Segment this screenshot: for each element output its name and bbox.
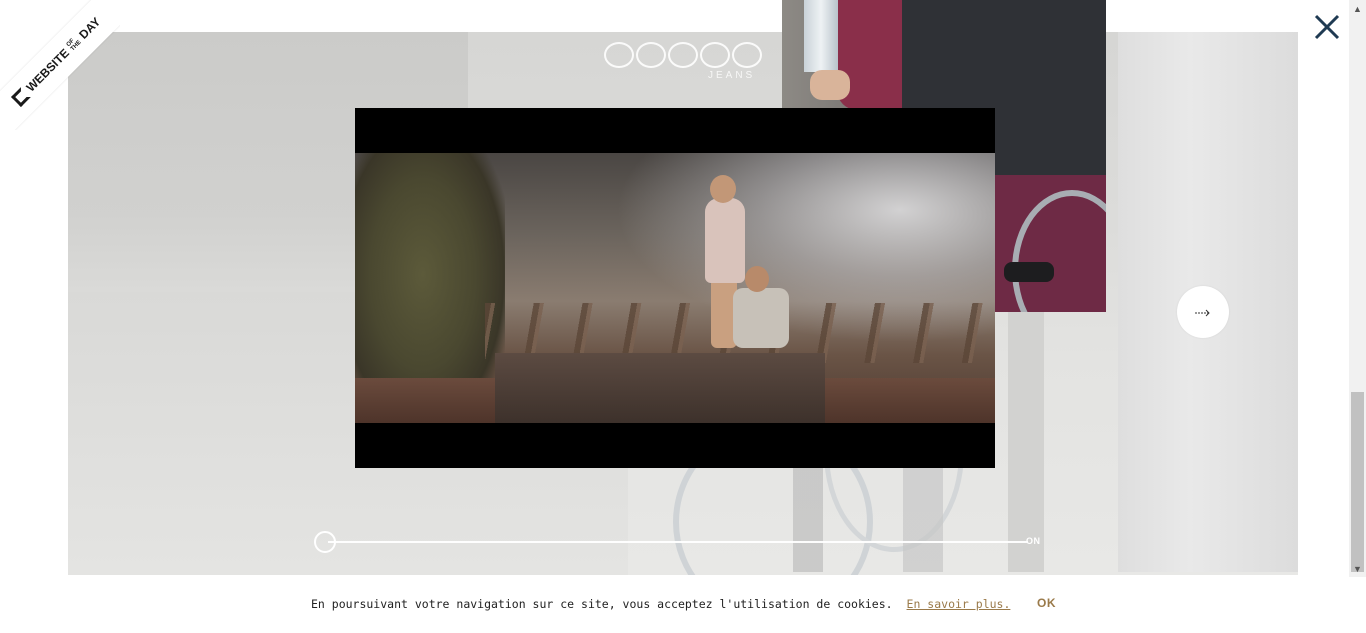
slider-knob[interactable]: [314, 531, 336, 553]
cookie-message: En poursuivant votre navigation sur ce s…: [311, 597, 893, 611]
badge-day-text: DAY: [76, 14, 104, 42]
chevron-up-icon[interactable]: ▲: [1349, 0, 1366, 17]
next-button[interactable]: [1177, 286, 1229, 338]
scrollbar-thumb[interactable]: [1351, 392, 1364, 572]
video-player[interactable]: [355, 108, 995, 468]
website-of-the-day-badge[interactable]: WEBSITE OF THE DAY: [0, 0, 120, 130]
awwwards-logo-icon: [10, 87, 31, 108]
logo-ring: [604, 42, 634, 68]
slider-track[interactable]: [328, 541, 1028, 543]
logo-ring: [636, 42, 666, 68]
cookie-learn-more-link[interactable]: En savoir plus.: [907, 597, 1011, 611]
brand-logo-sub: JEANS: [708, 70, 756, 81]
vertical-scrollbar[interactable]: ▲ ▼: [1349, 0, 1366, 577]
chevron-down-icon[interactable]: ▼: [1349, 560, 1366, 577]
video-frame: [355, 153, 995, 423]
sound-toggle-label[interactable]: ON: [1026, 536, 1041, 546]
close-icon: [1310, 10, 1344, 44]
logo-ring: [700, 42, 730, 68]
cookie-ok-button[interactable]: OK: [1037, 596, 1056, 610]
video-progress-slider[interactable]: ON: [314, 530, 1054, 554]
logo-ring: [732, 42, 762, 68]
hero-figure-legs: [783, 462, 963, 572]
brand-logo: [604, 42, 762, 68]
badge-website-text: WEBSITE: [23, 45, 73, 95]
arrow-right-icon: [1195, 304, 1211, 320]
cookie-banner: En poursuivant votre navigation sur ce s…: [0, 577, 1349, 633]
close-button[interactable]: [1310, 10, 1344, 44]
page: JEANS ON WEBSITE OF THE DAY ▲ ▼ En pours…: [0, 0, 1366, 633]
logo-ring: [668, 42, 698, 68]
